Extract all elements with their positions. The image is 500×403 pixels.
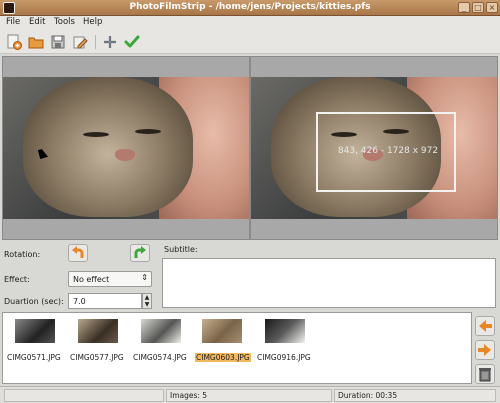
rotate-left-icon — [72, 246, 84, 258]
edit-properties-icon[interactable] — [72, 34, 88, 50]
menu-help[interactable]: Help — [83, 17, 102, 27]
render-check-icon[interactable] — [124, 34, 140, 50]
new-project-icon[interactable] — [6, 34, 22, 50]
effect-select[interactable]: No effect ⇕ — [68, 271, 152, 287]
rotate-right-icon — [134, 246, 146, 258]
status-duration: Duration: 00:35 — [334, 389, 496, 402]
rotate-right-button[interactable] — [130, 244, 150, 262]
delete-button[interactable] — [475, 364, 495, 384]
status-empty-cell — [4, 389, 164, 402]
duration-input[interactable]: 7.0 — [68, 293, 142, 309]
window-title: PhotoFilmStrip - /home/jens/Projects/kit… — [129, 2, 371, 12]
toolbar-separator — [95, 35, 96, 49]
open-project-icon[interactable] — [28, 34, 44, 50]
thumbnail-caption-3[interactable]: CIMG0603.JPG — [195, 353, 251, 362]
end-region-label: 843, 426 - 1728 x 972 — [337, 146, 439, 156]
status-images: Images: 5 — [166, 389, 332, 402]
thumbnail-caption-4[interactable]: CIMG0916.JPG — [257, 353, 311, 362]
menu-file[interactable]: File — [6, 17, 20, 27]
subtitle-textarea[interactable] — [162, 258, 496, 308]
thumbnail-1[interactable] — [78, 319, 118, 343]
arrow-left-icon — [479, 320, 492, 332]
end-preview-panel[interactable]: 843, 426 - 1728 x 972 — [250, 56, 498, 240]
rotate-left-button[interactable] — [68, 244, 88, 262]
subtitle-label: Subtitle: — [164, 245, 198, 254]
arrow-right-icon — [478, 344, 491, 356]
move-right-button[interactable] — [475, 340, 495, 360]
duration-spin-buttons[interactable]: ▲ ▼ — [142, 293, 152, 309]
thumbnail-2[interactable] — [141, 319, 181, 343]
start-preview-panel[interactable] — [2, 56, 250, 240]
thumbnail-3[interactable] — [202, 319, 242, 343]
toolbar — [0, 30, 500, 54]
start-preview-image[interactable] — [3, 77, 249, 219]
maximize-icon[interactable]: □ — [472, 2, 484, 13]
rotation-label: Rotation: — [4, 250, 41, 259]
menu-tools[interactable]: Tools — [54, 17, 75, 27]
minimize-icon[interactable]: _ — [458, 2, 470, 13]
end-preview-image[interactable]: 843, 426 - 1728 x 972 — [251, 77, 497, 219]
chevron-updown-icon: ⇕ — [141, 273, 148, 282]
close-icon[interactable]: × — [486, 2, 498, 13]
duration-label: Duartion (sec): — [4, 297, 64, 306]
trash-icon — [479, 368, 491, 382]
thumbnail-4[interactable] — [265, 319, 305, 343]
effect-label: Effect: — [4, 275, 30, 284]
add-pictures-icon[interactable] — [102, 34, 118, 50]
effect-select-value: No effect — [73, 275, 110, 284]
save-project-icon[interactable] — [50, 34, 66, 50]
thumbnail-caption-0[interactable]: CIMG0571.JPG — [7, 353, 61, 362]
thumbnail-caption-1[interactable]: CIMG0577.JPG — [70, 353, 124, 362]
filmstrip[interactable]: CIMG0571.JPG CIMG0577.JPG CIMG0574.JPG C… — [2, 312, 472, 384]
thumbnail-caption-2[interactable]: CIMG0574.JPG — [133, 353, 187, 362]
menu-edit[interactable]: Edit — [29, 17, 45, 27]
menu-bar: File Edit Tools Help — [0, 16, 500, 30]
move-left-button[interactable] — [475, 316, 495, 336]
status-bar: Images: 5 Duration: 00:35 — [0, 386, 500, 403]
title-bar: PhotoFilmStrip - /home/jens/Projects/kit… — [0, 0, 500, 16]
thumbnail-0[interactable] — [15, 319, 55, 343]
